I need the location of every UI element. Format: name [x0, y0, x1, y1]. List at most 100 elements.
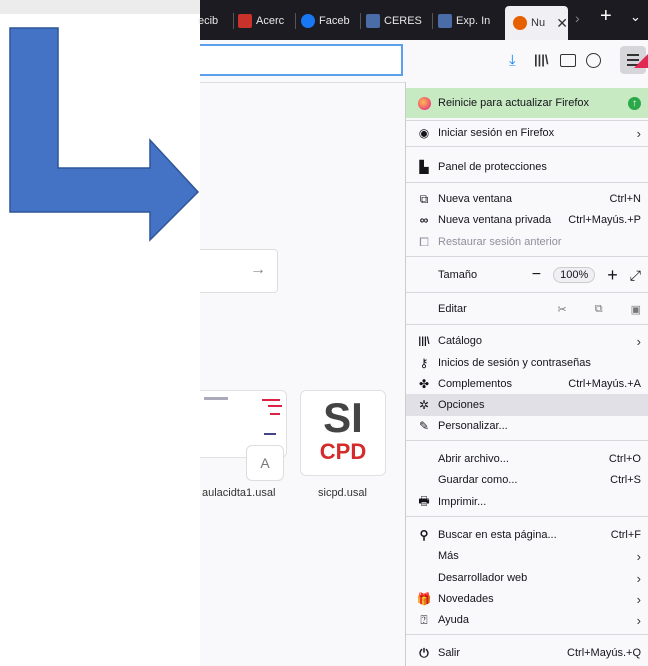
- power-icon: ⏻: [419, 645, 429, 660]
- menu-customize[interactable]: ✎ Personalizar...: [406, 415, 648, 437]
- library-icon[interactable]: |||\: [534, 52, 549, 67]
- menu-quit[interactable]: ⏻ Salir Ctrl+Mayús.+Q: [406, 642, 648, 664]
- menu-label: Editar: [438, 303, 467, 315]
- menu-label: Opciones: [438, 399, 485, 411]
- zoom-reset-button[interactable]: 100%: [553, 267, 596, 283]
- download-icon[interactable]: ⤓: [509, 52, 516, 69]
- menu-shortcut: Ctrl+Mayús.+P: [568, 214, 641, 226]
- tab-separator: [432, 13, 433, 29]
- tab-5[interactable]: Exp. In: [438, 10, 500, 32]
- menu-open-file[interactable]: Abrir archivo... Ctrl+O: [406, 448, 648, 470]
- menu-label: Desarrollador web: [438, 572, 528, 584]
- menu-webdev[interactable]: Desarrollador web ›: [406, 567, 648, 589]
- menu-separator: [406, 324, 648, 325]
- top-site-tile-sicpd[interactable]: SI CPD: [300, 390, 386, 476]
- sidebar-icon[interactable]: [560, 54, 576, 67]
- list-all-tabs-icon[interactable]: ⌄: [630, 9, 641, 25]
- menu-shortcut: Ctrl+O: [608, 453, 641, 465]
- menu-protections[interactable]: ▙ Panel de protecciones: [406, 156, 648, 178]
- menu-find[interactable]: ⚲ Buscar en esta página... Ctrl+F: [406, 524, 648, 546]
- menu-help[interactable]: ⍰ Ayuda ›: [406, 609, 648, 631]
- url-bar[interactable]: [200, 44, 403, 76]
- account-icon[interactable]: [586, 53, 601, 68]
- menu-label: Iniciar sesión en Firefox: [438, 127, 555, 139]
- printer-icon: 🖶: [418, 493, 430, 508]
- chevron-right-icon: ›: [636, 333, 641, 349]
- menu-shortcut: Ctrl+F: [610, 529, 641, 541]
- menu-options[interactable]: ✲ Opciones: [406, 394, 648, 416]
- menu-label: Ayuda: [438, 614, 469, 626]
- menu-shortcut: Ctrl+N: [609, 193, 641, 205]
- menu-library[interactable]: |||\ Catálogo ›: [406, 330, 648, 352]
- tile-label-aulacidta1[interactable]: aulacidta1.usal: [202, 487, 275, 499]
- site-badge: A: [246, 445, 284, 481]
- menu-shortcut: Ctrl+S: [610, 474, 641, 486]
- puzzle-icon: ✤: [418, 377, 430, 391]
- close-tab-icon[interactable]: ✕: [556, 15, 568, 32]
- tab-3[interactable]: Faceb: [301, 10, 355, 32]
- menu-edit-row: Editar ✂ ⧉ ▣: [406, 298, 648, 320]
- zoom-in-button[interactable]: +: [607, 265, 618, 286]
- thumbnail-preview: [204, 397, 228, 400]
- tab-label: Exp. In: [456, 15, 491, 27]
- menu-separator: [406, 120, 648, 121]
- menu-label: Imprimir...: [438, 496, 487, 508]
- tab-active[interactable]: Nu ✕: [505, 6, 568, 40]
- tab-label: CERES: [384, 15, 422, 27]
- menu-restore-session[interactable]: ⧠ Restaurar sesión anterior: [406, 231, 648, 253]
- paintbrush-icon: ✎: [418, 419, 430, 433]
- chevron-right-icon: ›: [636, 125, 641, 141]
- menu-update-firefox[interactable]: Reinicie para actualizar Firefox ↑: [406, 88, 648, 118]
- search-box[interactable]: →: [200, 249, 278, 293]
- chevron-right-icon: ›: [636, 548, 641, 564]
- menu-whats-new[interactable]: 🎁 Novedades ›: [406, 588, 648, 610]
- fullscreen-icon[interactable]: ⤢: [630, 267, 641, 284]
- scroll-tabs-right-icon[interactable]: ›: [575, 10, 580, 26]
- gear-icon: ✲: [418, 398, 430, 412]
- menu-print[interactable]: 🖶 Imprimir...: [406, 491, 648, 513]
- menu-separator: [406, 292, 648, 293]
- tab-label: Nu: [531, 17, 546, 29]
- tab-separator: [360, 13, 361, 29]
- tab-bar: ecib Acerc Faceb CERES Exp. In Nu ✕ › + …: [198, 0, 648, 40]
- search-arrow-icon[interactable]: →: [250, 261, 266, 279]
- tile-label-sicpd[interactable]: sicpd.usal: [318, 487, 367, 499]
- help-icon: ⍰: [420, 612, 428, 627]
- menu-label: Restaurar sesión anterior: [438, 236, 562, 248]
- cut-icon[interactable]: ✂: [558, 303, 567, 316]
- menu-separator: [406, 146, 648, 147]
- tab-separator: [233, 13, 234, 29]
- menu-more[interactable]: Más ›: [406, 545, 648, 567]
- sicpd-logo-top: SI: [323, 394, 363, 441]
- new-tab-page: → A aulacidta1.usal SI CPD sicpd.usal: [200, 83, 405, 666]
- menu-private-window[interactable]: ∞ Nueva ventana privada Ctrl+Mayús.+P: [406, 209, 648, 231]
- menu-label: Nueva ventana privada: [438, 214, 552, 226]
- menu-separator: [406, 634, 648, 635]
- menu-new-window[interactable]: ⧉ Nueva ventana Ctrl+N: [406, 188, 648, 210]
- tab-separator: [295, 13, 296, 29]
- account-icon: ◉: [418, 126, 430, 140]
- library-icon: |||\: [418, 335, 430, 347]
- menu-label: Inicios de sesión y contraseñas: [438, 357, 591, 369]
- tab-4[interactable]: CERES: [366, 10, 426, 32]
- menu-addons[interactable]: ✤ Complementos Ctrl+Mayús.+A: [406, 373, 648, 395]
- menu-label: Salir: [438, 647, 461, 659]
- tab-label: Acerc: [256, 15, 285, 27]
- zoom-out-button[interactable]: −: [532, 266, 541, 284]
- new-tab-button[interactable]: +: [600, 5, 612, 28]
- menu-label: Buscar en esta página...: [438, 529, 557, 541]
- firefox-icon: [513, 16, 527, 30]
- copy-icon[interactable]: ⧉: [595, 303, 603, 316]
- tab-2[interactable]: Acerc: [238, 10, 290, 32]
- sicpd-logo-bottom: CPD: [319, 439, 367, 464]
- menu-signin[interactable]: ◉ Iniciar sesión en Firefox ›: [406, 122, 648, 144]
- menu-label: Novedades: [438, 593, 494, 605]
- menu-label: Guardar como...: [438, 474, 518, 486]
- menu-shortcut: Ctrl+Mayús.+A: [568, 378, 641, 390]
- paste-icon[interactable]: ▣: [631, 303, 641, 316]
- gift-icon: 🎁: [416, 592, 432, 606]
- app-menu-panel: Reinicie para actualizar Firefox ↑ ◉ Ini…: [405, 82, 648, 666]
- menu-shortcut: Ctrl+Mayús.+Q: [567, 647, 641, 659]
- menu-save-as[interactable]: Guardar como... Ctrl+S: [406, 469, 648, 491]
- menu-logins[interactable]: ⚷ Inicios de sesión y contraseñas: [406, 352, 648, 374]
